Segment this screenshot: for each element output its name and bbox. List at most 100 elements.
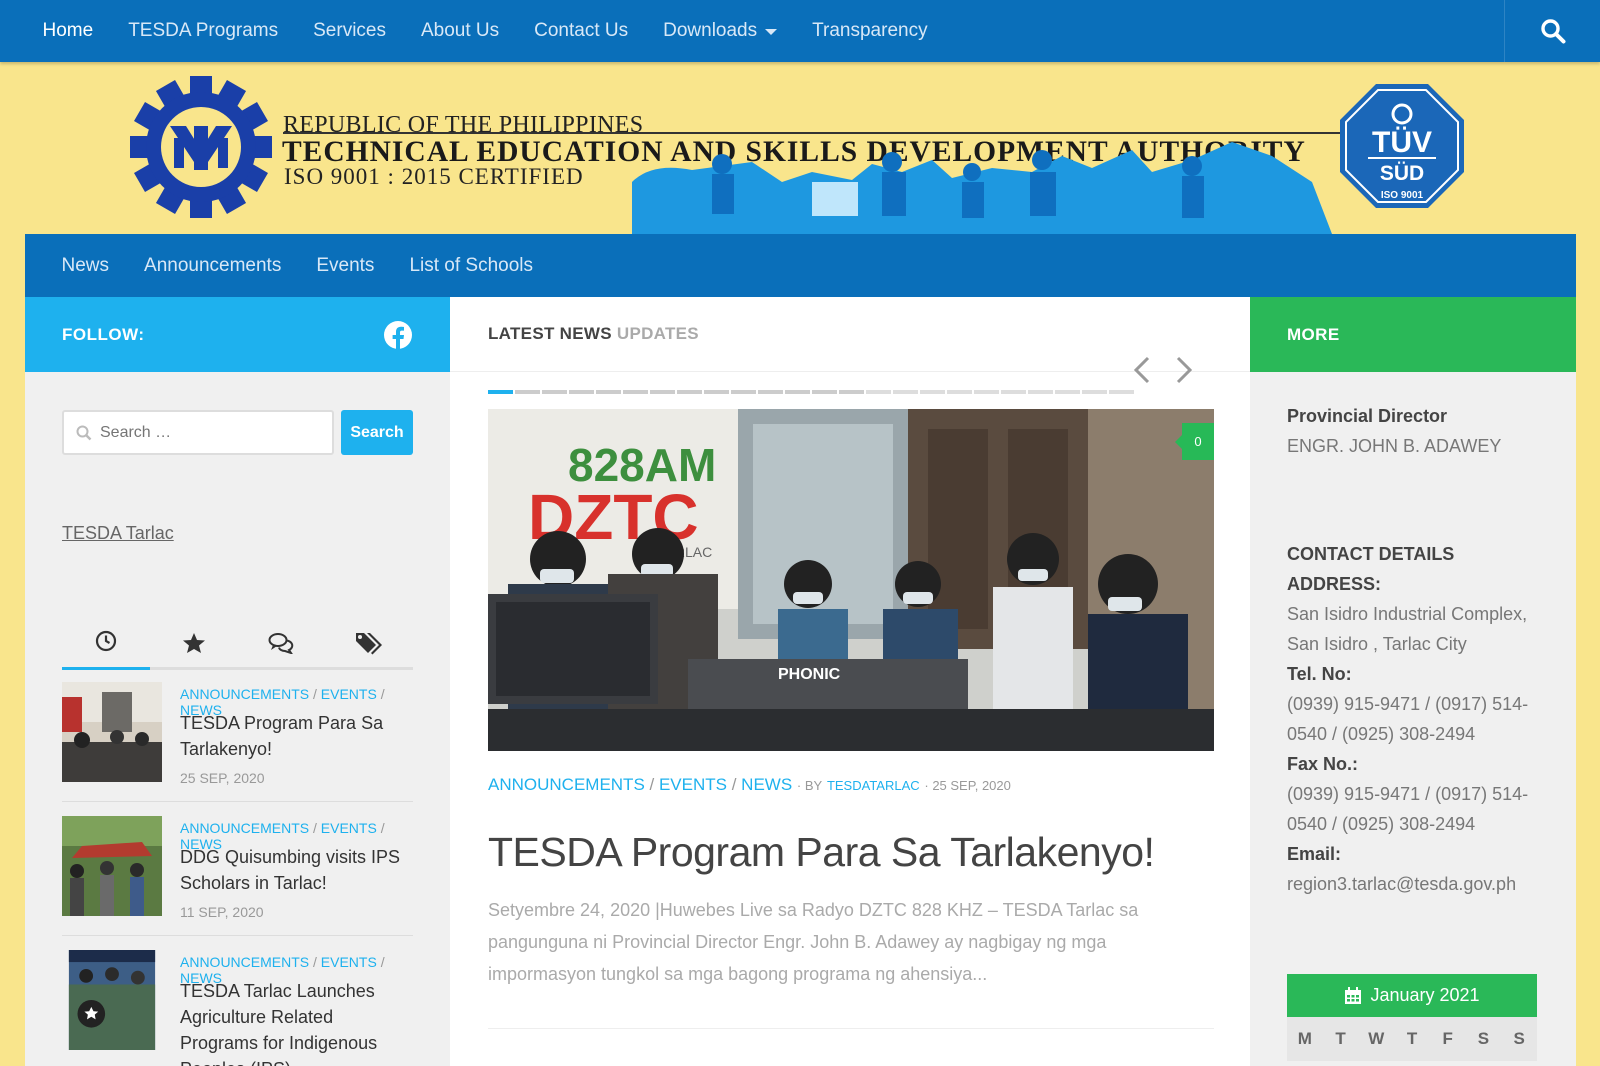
header-iso: ISO 9001 : 2015 CERTIFIED	[284, 164, 584, 189]
post-thumbnail[interactable]	[62, 682, 162, 782]
slider-dot[interactable]	[1109, 390, 1134, 394]
nav-services[interactable]: Services	[296, 0, 404, 62]
email-label: Email:	[1287, 844, 1342, 864]
featured-post-excerpt: Setyembre 24, 2020 |Huwebes Live sa Rady…	[488, 900, 1139, 984]
category-link[interactable]: EVENTS	[321, 954, 377, 970]
sidebar-search-button[interactable]: Search	[341, 410, 413, 455]
tesda-logo[interactable]	[130, 76, 272, 218]
slider-dot[interactable]	[542, 390, 567, 394]
comments-icon	[268, 632, 294, 654]
slider-dot[interactable]	[758, 390, 783, 394]
sidebar-search-field[interactable]	[62, 410, 334, 455]
tesda-tarlac-link[interactable]: TESDA Tarlac	[62, 523, 174, 544]
category-link[interactable]: ANNOUNCEMENTS	[180, 820, 309, 836]
slider-dot[interactable]	[488, 390, 513, 394]
svg-text:SÜD: SÜD	[1380, 162, 1424, 185]
slider-dot[interactable]	[920, 390, 945, 394]
slider-dot[interactable]	[596, 390, 621, 394]
comment-count-badge[interactable]: 0	[1175, 423, 1214, 460]
slider-dot[interactable]	[785, 390, 810, 394]
section-title: LATEST NEWS	[488, 324, 612, 343]
nav-tesda-programs[interactable]: TESDA Programs	[111, 0, 296, 62]
author-link[interactable]: TESDATARLAC	[827, 778, 920, 793]
slider-arrows	[1130, 355, 1196, 385]
tab-recent[interactable]	[62, 615, 150, 670]
slider-dot[interactable]	[569, 390, 594, 394]
search-toggle-button[interactable]	[1504, 0, 1600, 62]
slider-dot[interactable]	[812, 390, 837, 394]
follow-label: FOLLOW:	[62, 324, 145, 344]
calendar-header: January 2021	[1287, 974, 1537, 1017]
right-sidebar: MORE Provincial Director ENGR. JOHN B. A…	[1250, 297, 1576, 1066]
post-meta: ANNOUNCEMENTS / EVENTS / NEWS · BY TESDA…	[488, 775, 1011, 794]
nav-downloads[interactable]: Downloads	[646, 0, 795, 62]
category-link[interactable]: EVENTS	[321, 820, 377, 836]
slider-dot[interactable]	[650, 390, 675, 394]
provincial-director-block: Provincial Director ENGR. JOHN B. ADAWEY	[1287, 401, 1547, 461]
tel-value: (0939) 915-9471 / (0917) 514-0540 / (092…	[1287, 694, 1529, 744]
slider-dot[interactable]	[893, 390, 918, 394]
sidebar-post-item[interactable]: ANNOUNCEMENTS / EVENTS / NEWS DDG Quisum…	[62, 816, 413, 936]
category-link[interactable]: ANNOUNCEMENTS	[180, 954, 309, 970]
fax-label: Fax No.:	[1287, 754, 1359, 774]
tab-popular[interactable]	[150, 615, 238, 670]
slider-dot[interactable]	[623, 390, 648, 394]
weekday: F	[1442, 1029, 1453, 1048]
subnav-news[interactable]: News	[44, 255, 127, 277]
slider-dot[interactable]	[677, 390, 702, 394]
subnav-announcements[interactable]: Announcements	[127, 255, 299, 277]
chevron-left-icon[interactable]	[1130, 355, 1154, 385]
nav-about-us[interactable]: About Us	[403, 0, 516, 62]
featured-post-image[interactable]: 828AM DZTC TARLAC PHONIC	[488, 409, 1214, 751]
slider-dot[interactable]	[974, 390, 999, 394]
slider-dot[interactable]	[704, 390, 729, 394]
post-thumbnail[interactable]	[62, 950, 162, 1050]
tab-tags[interactable]	[325, 615, 413, 670]
post-title[interactable]: TESDA Tarlac Launches Agriculture Relate…	[180, 978, 410, 1066]
more-label: MORE	[1287, 324, 1340, 344]
calendar-icon	[1345, 986, 1362, 1004]
slider-dot[interactable]	[1055, 390, 1080, 394]
email-value[interactable]: region3.tarlac@tesda.gov.ph	[1287, 874, 1516, 894]
weekday: M	[1297, 1029, 1312, 1048]
nav-contact-us[interactable]: Contact Us	[517, 0, 646, 62]
category-link[interactable]: EVENTS	[659, 775, 727, 794]
category-link[interactable]: NEWS	[741, 775, 792, 794]
facebook-icon[interactable]	[383, 320, 413, 350]
slider-dot[interactable]	[866, 390, 891, 394]
slider-dot[interactable]	[839, 390, 864, 394]
secondary-navbar: News Announcements Events List of School…	[25, 234, 1576, 297]
tab-comments[interactable]	[238, 615, 326, 670]
post-thumbnail[interactable]	[62, 816, 162, 916]
sidebar-post-item[interactable]: ANNOUNCEMENTS / EVENTS / NEWS TESDA Tarl…	[62, 950, 413, 1066]
pd-name: ENGR. JOHN B. ADAWEY	[1287, 436, 1502, 456]
post-title[interactable]: DDG Quisumbing visits IPS Scholars in Ta…	[180, 844, 410, 896]
nav-downloads-label: Downloads	[663, 20, 758, 41]
search-icon	[76, 425, 92, 440]
slider-dot[interactable]	[947, 390, 972, 394]
sidebar-post-item[interactable]: ANNOUNCEMENTS / EVENTS / NEWS TESDA Prog…	[62, 682, 413, 802]
slider-dot[interactable]	[515, 390, 540, 394]
nav-home[interactable]: Home	[25, 0, 111, 62]
nav-transparency[interactable]: Transparency	[795, 0, 945, 62]
post-title[interactable]: TESDA Program Para Sa Tarlakenyo!	[180, 710, 410, 762]
slider-dot[interactable]	[731, 390, 756, 394]
calendar-month: January 2021	[1370, 985, 1480, 1005]
pd-label: Provincial Director	[1287, 406, 1448, 426]
slider-dot[interactable]	[1082, 390, 1107, 394]
slider-dot[interactable]	[1001, 390, 1026, 394]
category-link[interactable]: EVENTS	[321, 686, 377, 702]
header-republic: REPUBLIC OF THE PHILIPPINES	[283, 112, 644, 138]
category-link[interactable]: ANNOUNCEMENTS	[488, 775, 645, 794]
subnav-list-of-schools[interactable]: List of Schools	[392, 255, 551, 277]
chevron-right-icon[interactable]	[1172, 355, 1196, 385]
subnav-events[interactable]: Events	[299, 255, 392, 277]
featured-post-title[interactable]: TESDA Program Para Sa Tarlakenyo!	[488, 829, 1155, 876]
weekday: T	[1406, 1029, 1418, 1048]
sidebar-search-input[interactable]	[100, 423, 320, 442]
slider-dot[interactable]	[1028, 390, 1053, 394]
header-divider	[283, 132, 1463, 134]
main-content: LATEST NEWS UPDATES 828AM DZTC TARLAC PH…	[450, 297, 1250, 1066]
star-icon	[182, 632, 205, 653]
category-link[interactable]: ANNOUNCEMENTS	[180, 686, 309, 702]
